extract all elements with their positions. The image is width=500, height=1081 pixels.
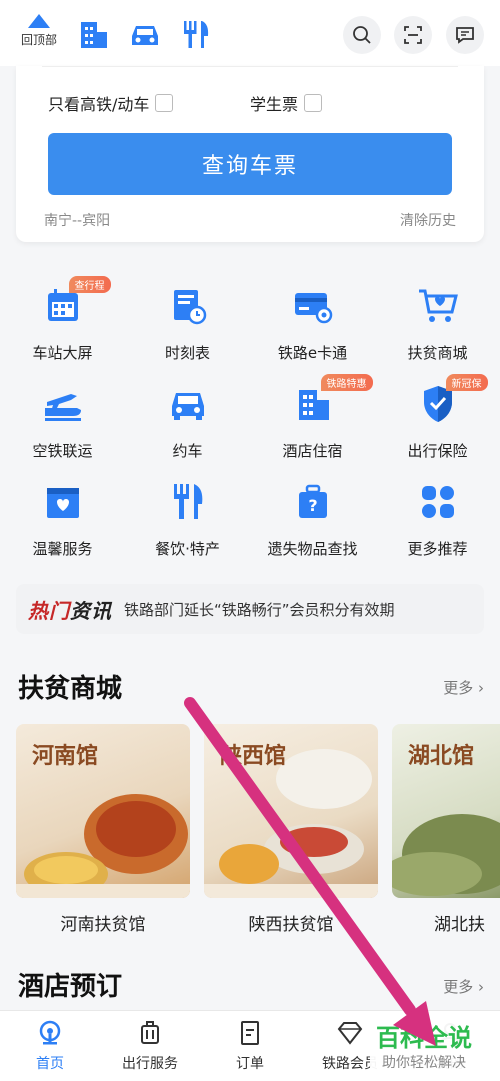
nav-label: 首页: [36, 1056, 64, 1072]
calendar-icon: 查行程: [41, 276, 111, 328]
service-label: 遗失物品查找: [267, 540, 358, 558]
chevron-right-icon: ›: [473, 978, 484, 996]
service-air-rail[interactable]: 空铁联运: [0, 382, 125, 461]
hot-news-title-hot: 热门: [28, 598, 70, 623]
service-label: 车站大屏: [32, 344, 93, 362]
service-hotel[interactable]: 铁路特惠 酒店住宿: [250, 374, 375, 461]
arrow-up-icon: [28, 14, 50, 28]
heart-box-icon: [41, 480, 85, 524]
restaurant-icon: [166, 480, 210, 524]
car-icon[interactable]: [128, 18, 162, 54]
svg-text:?: ?: [308, 496, 317, 515]
message-icon: [456, 27, 474, 44]
divider: [42, 66, 458, 67]
student-ticket-label: 学生票: [250, 95, 299, 114]
home-icon: [0, 1019, 100, 1047]
covid-insurance-badge: 新冠保: [445, 374, 488, 391]
service-timetable[interactable]: 时刻表: [125, 284, 250, 363]
more-grid-icon: [416, 480, 460, 524]
shop-label-shaanxi[interactable]: 陕西扶贫馆: [204, 910, 378, 935]
hotel-booking-title: 酒店预订: [18, 972, 123, 1002]
shield-icon: 新冠保: [416, 374, 488, 426]
service-label: 温馨服务: [32, 540, 93, 558]
scan-icon: [404, 26, 422, 44]
more-label: 更多: [443, 679, 474, 697]
service-travel-insurance[interactable]: 新冠保 出行保险: [375, 374, 500, 461]
service-label: 铁路e卡通: [277, 344, 348, 362]
high-speed-only-label: 只看高铁/动车: [48, 95, 150, 114]
car-icon: [166, 382, 210, 426]
scan-button[interactable]: [394, 16, 432, 54]
shop-label-henan[interactable]: 河南扶贫馆: [16, 910, 190, 935]
clear-history-link[interactable]: 清除历史: [400, 210, 456, 230]
service-lost-found[interactable]: ? 遗失物品查找: [250, 480, 375, 559]
service-label: 扶贫商城: [407, 344, 468, 362]
service-label: 约车: [172, 442, 203, 460]
lost-bag-icon: ?: [291, 480, 335, 524]
shop-card-henan[interactable]: 河南馆: [16, 724, 190, 898]
service-caring[interactable]: 温馨服务: [0, 480, 125, 559]
back-to-top-button[interactable]: 回顶部: [16, 14, 62, 48]
back-to-top-label: 回顶部: [20, 33, 57, 47]
top-bar: 回顶部: [0, 0, 500, 66]
shop-name: 陕西馆: [220, 743, 287, 769]
watermark-subtitle: 助你轻松解决: [382, 1055, 466, 1071]
service-railway-ecard[interactable]: 铁路e卡通: [250, 284, 375, 363]
service-label: 出行保险: [407, 442, 468, 460]
check-itinerary-badge: 查行程: [68, 276, 111, 293]
service-book-car[interactable]: 约车: [125, 382, 250, 461]
watermark-title: 百科全说: [376, 1024, 472, 1052]
order-icon: [200, 1019, 300, 1047]
hot-news-title-rest: 资讯: [70, 598, 112, 623]
building-icon[interactable]: [78, 18, 110, 54]
luggage-icon: [100, 1019, 200, 1047]
service-label: 时刻表: [164, 344, 210, 362]
ticket-search-card: 只看高铁/动车 学生票 查询车票 南宁--宾阳 清除历史: [16, 66, 484, 242]
student-ticket-checkbox[interactable]: [304, 94, 323, 112]
service-label: 酒店住宿: [282, 442, 343, 460]
more-label: 更多: [443, 978, 474, 996]
shop-label-hubei[interactable]: 湖北扶: [392, 910, 500, 935]
nav-travel-services[interactable]: 出行服务: [100, 1019, 200, 1073]
shop-card-hubei[interactable]: 湖北馆: [392, 724, 500, 898]
poverty-mall-title: 扶贫商城: [18, 674, 123, 704]
schedule-icon: [166, 284, 210, 328]
search-icon: [353, 26, 371, 44]
nav-home[interactable]: 首页: [0, 1019, 100, 1073]
service-label: 餐饮·特产: [155, 540, 220, 558]
query-tickets-button[interactable]: 查询车票: [48, 133, 452, 195]
poverty-mall-more-link[interactable]: 更多 ›: [443, 677, 484, 698]
search-history-item[interactable]: 南宁--宾阳: [44, 210, 110, 230]
student-ticket-option[interactable]: 学生票: [250, 91, 323, 115]
service-station-screen[interactable]: 查行程 车站大屏: [0, 276, 125, 363]
hot-news-title: 热门资讯: [28, 595, 112, 624]
plane-train-icon: [41, 382, 85, 426]
chevron-right-icon: ›: [473, 679, 484, 697]
hotel-more-link[interactable]: 更多 ›: [443, 976, 484, 997]
shop-name: 湖北馆: [408, 743, 475, 769]
nav-label: 出行服务: [122, 1056, 178, 1072]
service-more[interactable]: 更多推荐: [375, 480, 500, 559]
watermark-logo: 百科全说 助你轻松解决: [370, 1016, 500, 1076]
message-button[interactable]: [446, 16, 484, 54]
service-label: 更多推荐: [407, 540, 468, 558]
high-speed-only-option[interactable]: 只看高铁/动车: [48, 91, 174, 115]
high-speed-only-checkbox[interactable]: [155, 94, 174, 112]
shop-card-shaanxi[interactable]: 陕西馆: [204, 724, 378, 898]
hotel-icon: 铁路特惠: [291, 374, 373, 426]
shopping-cart-icon: [416, 284, 460, 328]
railway-card-icon: [291, 284, 335, 328]
nav-orders[interactable]: 订单: [200, 1019, 300, 1073]
hot-news-bar[interactable]: 热门资讯 铁路部门延长“铁路畅行”会员积分有效期: [16, 584, 484, 634]
search-button[interactable]: [343, 16, 381, 54]
nav-label: 订单: [236, 1056, 264, 1072]
service-dining[interactable]: 餐饮·特产: [125, 480, 250, 559]
shop-name: 河南馆: [32, 743, 99, 769]
service-label: 空铁联运: [32, 442, 93, 460]
service-poverty-mall[interactable]: 扶贫商城: [375, 284, 500, 363]
restaurant-icon[interactable]: [180, 18, 212, 54]
news-headline[interactable]: 铁路部门延长“铁路畅行”会员积分有效期: [124, 599, 395, 620]
railway-special-badge: 铁路特惠: [320, 374, 373, 391]
